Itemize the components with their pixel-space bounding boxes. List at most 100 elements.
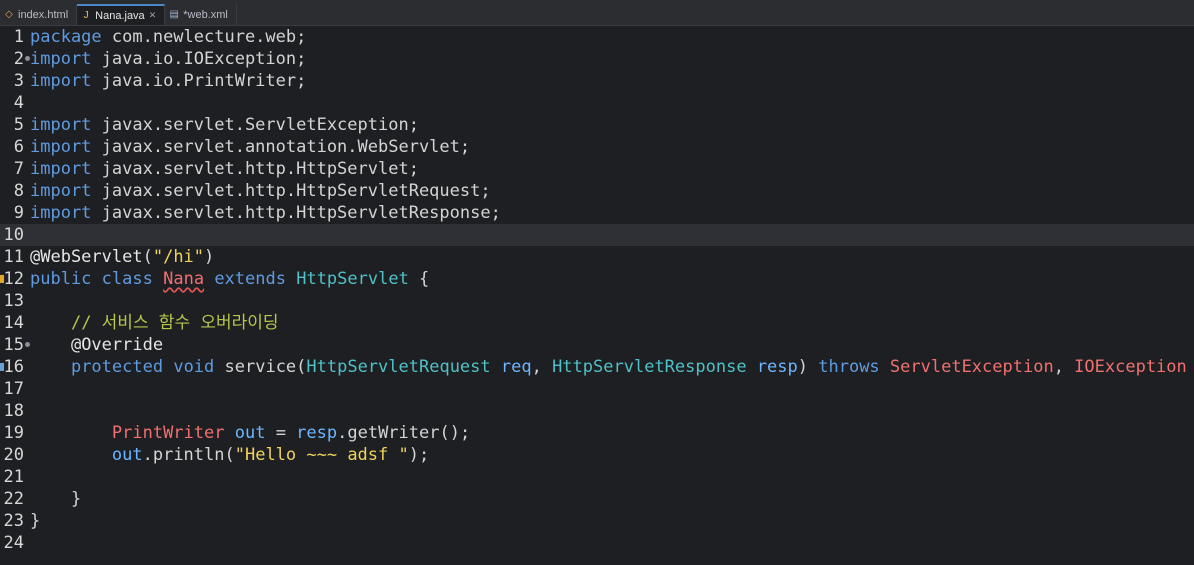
code-token: extends — [214, 269, 286, 289]
line-number-text: 10 — [3, 225, 24, 245]
tab-label: *web.xml — [183, 8, 228, 21]
tab-index-html[interactable]: ◇ index.html — [0, 4, 78, 25]
line-number: 19 — [0, 422, 30, 444]
code-line[interactable]: 13 — [0, 290, 1194, 312]
code-line[interactable]: 15 @Override — [0, 334, 1194, 356]
code-token: import — [30, 203, 92, 223]
fold-toggle-icon[interactable] — [25, 342, 30, 347]
line-number-text: 12 — [3, 269, 24, 289]
code-line[interactable]: 4 — [0, 92, 1194, 114]
code-token: HttpServlet — [296, 269, 409, 289]
code-line[interactable]: 14 // 서비스 함수 오버라이딩 — [0, 312, 1194, 334]
code-token: ) — [797, 357, 819, 377]
code-line[interactable]: 3 import java.io.PrintWriter; — [0, 70, 1194, 92]
code-token: service( — [214, 357, 307, 377]
code-token: HttpServletRequest — [306, 357, 491, 377]
line-number-text: 5 — [13, 115, 24, 135]
line-number-text: 15 — [3, 335, 24, 355]
line-number-text: 7 — [13, 159, 24, 179]
line-number: 3 — [0, 70, 30, 92]
line-number: 5 — [0, 114, 30, 136]
code-token: import — [30, 49, 92, 69]
code-token: } — [30, 489, 82, 509]
code-token: import — [30, 159, 92, 179]
tab-web-xml[interactable]: ▤ *web.xml — [165, 4, 237, 25]
code-text: import javax.servlet.annotation.WebServl… — [30, 137, 470, 157]
line-number: 18 — [0, 400, 30, 422]
code-token: javax.servlet.ServletException; — [91, 115, 419, 135]
code-text: import javax.servlet.http.HttpServlet; — [30, 159, 419, 179]
code-token: resp — [756, 357, 798, 377]
code-line[interactable]: 8 import javax.servlet.http.HttpServletRe… — [0, 180, 1194, 202]
code-line[interactable]: 21 — [0, 466, 1194, 488]
xml-file-icon: ▤ — [169, 8, 179, 20]
warning-marker-icon[interactable] — [0, 275, 4, 283]
code-line[interactable]: 11 @WebServlet("/hi") — [0, 246, 1194, 268]
line-number: 22 — [0, 488, 30, 510]
line-number-text: 24 — [3, 533, 24, 553]
code-token: import — [30, 181, 92, 201]
code-token: javax.servlet.http.HttpServletResponse; — [91, 203, 501, 223]
line-number-text: 3 — [13, 71, 24, 91]
code-line[interactable]: 22 } — [0, 488, 1194, 510]
code-line[interactable]: 12 public class Nana extends HttpServlet … — [0, 268, 1194, 290]
code-line[interactable]: 24 — [0, 532, 1194, 554]
code-line[interactable]: 9 import javax.servlet.http.HttpServletRe… — [0, 202, 1194, 224]
code-line[interactable]: 23} — [0, 510, 1194, 532]
line-number-text: 20 — [3, 445, 24, 465]
code-text: import javax.servlet.ServletException; — [30, 115, 419, 135]
code-token: .getWriter(); — [337, 423, 471, 443]
code-line[interactable]: 18 — [0, 400, 1194, 422]
line-number-text: 6 — [13, 137, 24, 157]
line-number: 24 — [0, 532, 30, 554]
code-token: out — [234, 423, 266, 443]
code-line[interactable]: 6 import javax.servlet.annotation.WebServ… — [0, 136, 1194, 158]
code-text: } — [30, 489, 81, 509]
code-token: com.newlecture.web; — [101, 27, 307, 47]
editor-tab-bar: ◇ index.html J Nana.java ✕ ▤ *web.xml — [0, 0, 1194, 26]
code-line[interactable]: 2 import java.io.IOException; — [0, 48, 1194, 70]
close-icon[interactable]: ✕ — [149, 10, 157, 21]
line-number: 14 — [0, 312, 30, 334]
code-text: PrintWriter out = resp.getWriter(); — [30, 423, 470, 443]
fold-toggle-icon[interactable] — [25, 56, 30, 61]
code-editor[interactable]: 1 package com.newlecture.web; 2 import java… — [0, 26, 1194, 565]
code-line[interactable]: 5 import javax.servlet.ServletException; — [0, 114, 1194, 136]
line-number: 15 — [0, 334, 30, 356]
code-token: javax.servlet.http.HttpServletRequest; — [91, 181, 491, 201]
code-text: // 서비스 함수 오버라이딩 — [30, 313, 279, 333]
code-line[interactable]: 10 — [0, 224, 1194, 246]
line-number-text: 23 — [3, 511, 24, 531]
line-number: 17 — [0, 378, 30, 400]
code-line[interactable]: 16 protected void service(HttpServletReq… — [0, 356, 1194, 378]
line-number: 13 — [0, 290, 30, 312]
line-number: 10 — [0, 224, 30, 246]
tab-nana-java[interactable]: J Nana.java ✕ — [77, 4, 166, 25]
line-number-text: 17 — [3, 379, 24, 399]
code-line[interactable]: 17 — [0, 378, 1194, 400]
code-text: import javax.servlet.http.HttpServletRes… — [30, 203, 501, 223]
code-token: Nana — [163, 269, 205, 289]
code-token: ( — [142, 247, 153, 267]
line-number-text: 22 — [3, 489, 24, 509]
override-marker-icon[interactable] — [0, 363, 4, 371]
code-token: // 서비스 함수 오버라이딩 — [70, 313, 279, 333]
code-line[interactable]: 19 PrintWriter out = resp.getWriter(); — [0, 422, 1194, 444]
code-token: "/hi" — [152, 247, 205, 267]
line-number: 4 — [0, 92, 30, 114]
code-text: import javax.servlet.http.HttpServletReq… — [30, 181, 491, 201]
code-token: { — [1187, 357, 1194, 377]
code-token: @WebServlet — [30, 247, 143, 267]
code-line[interactable]: 7 import javax.servlet.http.HttpServlet; — [0, 158, 1194, 180]
line-number: 7 — [0, 158, 30, 180]
code-text: import java.io.PrintWriter; — [30, 71, 306, 91]
code-line[interactable]: 20 out.println("Hello ~~~ adsf "); — [0, 444, 1194, 466]
code-line[interactable]: 1 package com.newlecture.web; — [0, 26, 1194, 48]
